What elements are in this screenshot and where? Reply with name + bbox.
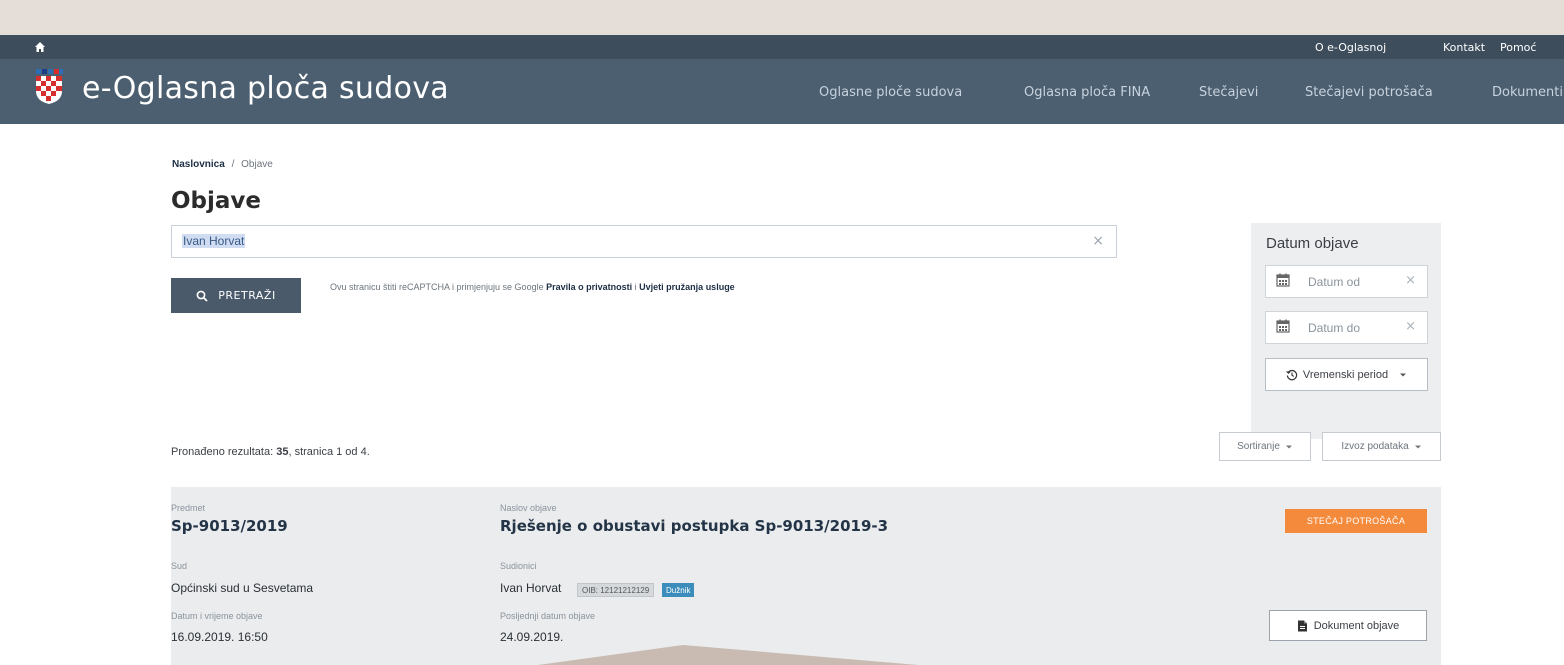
help-link[interactable]: Pomoć (1500, 41, 1536, 54)
search-button-label: PRETRAŽI (218, 289, 276, 302)
nav-court-boards[interactable]: Oglasne ploče sudova (819, 85, 962, 100)
document-button-label: Dokument objave (1313, 619, 1400, 632)
subject-label: Predmet (171, 503, 206, 513)
document-button[interactable]: Dokument objave (1269, 610, 1427, 641)
recaptcha-notice: Ovu stranicu štiti reCAPTCHA i primjenju… (330, 282, 735, 292)
croatian-coat-of-arms-logo[interactable] (34, 69, 64, 105)
sort-label: Sortiranje (1237, 441, 1280, 452)
calendar-icon (1276, 273, 1290, 287)
breadcrumb-current: Objave (241, 159, 273, 170)
breadcrumb: Naslovnica / Objave (172, 159, 273, 170)
result-card[interactable]: Predmet Sp-9013/2019 Naslov objave Rješe… (171, 487, 1441, 665)
court-label: Sud (171, 561, 188, 571)
date-from-field[interactable]: Datum od × (1265, 265, 1428, 298)
caret-down-icon (1285, 445, 1292, 448)
date-from-clear-icon[interactable]: × (1405, 273, 1416, 288)
search-icon (196, 290, 208, 302)
privacy-policy-link[interactable]: Pravila o privatnosti (546, 282, 632, 292)
date-to-placeholder: Datum do (1308, 321, 1361, 335)
recaptcha-text: Ovu stranicu štiti reCAPTCHA i primjenju… (330, 282, 544, 292)
document-icon (1297, 620, 1307, 631)
nav-fina-board[interactable]: Oglasna ploča FINA (1024, 85, 1150, 100)
terms-of-service-link[interactable]: Uvjeti pružanja usluge (639, 282, 735, 292)
search-clear-icon[interactable]: × (1092, 233, 1104, 249)
site-brand[interactable]: e-Oglasna ploča sudova (82, 71, 449, 106)
sort-dropdown[interactable]: Sortiranje (1219, 432, 1311, 461)
nav-consumer-bankruptcies[interactable]: Stečajevi potrošača (1305, 85, 1433, 100)
results-summary: Pronađeno rezultata: 35, stranica 1 od 4… (171, 446, 370, 458)
history-icon (1286, 369, 1298, 380)
contact-link[interactable]: Kontakt (1443, 41, 1485, 54)
page-title: Objave (171, 188, 262, 214)
browser-frame: O e-Oglasnoj Kontakt Pomoć e-Oglasna plo… (0, 35, 1564, 665)
nav-documents[interactable]: Dokumenti (1492, 85, 1563, 100)
date-to-field[interactable]: Datum do × (1265, 311, 1428, 344)
date-from-placeholder: Datum od (1308, 275, 1361, 289)
home-icon[interactable] (34, 38, 46, 57)
court-name: Općinski sud u Sesvetama (171, 581, 314, 595)
results-prefix: Pronađeno rezultata: (171, 446, 274, 458)
notice-title[interactable]: Rješenje o obustavi postupka Sp-9013/201… (500, 517, 888, 535)
export-dropdown[interactable]: Izvoz podataka (1322, 432, 1441, 461)
calendar-icon (1276, 319, 1290, 333)
oib-badge: OIB: 12121212129 (577, 583, 655, 597)
utility-bar: O e-Oglasnoj Kontakt Pomoć (0, 35, 1564, 59)
published-label: Datum i vrijeme objave (171, 611, 263, 621)
export-label: Izvoz podataka (1341, 441, 1409, 452)
last-date: 24.09.2019. (500, 630, 564, 644)
breadcrumb-home[interactable]: Naslovnica (172, 159, 225, 170)
title-label: Naslov objave (500, 503, 557, 513)
time-period-dropdown[interactable]: Vremenski period (1265, 358, 1428, 391)
about-link[interactable]: O e-Oglasnoj (1315, 41, 1386, 54)
results-suffix: , stranica 1 od 4. (288, 446, 370, 458)
breadcrumb-separator: / (231, 159, 235, 170)
results-count: 35 (276, 446, 289, 458)
published-datetime: 16.09.2019. 16:50 (171, 630, 268, 644)
date-to-clear-icon[interactable]: × (1405, 319, 1416, 334)
recaptcha-conjunction: i (634, 282, 637, 292)
status-badge: STEČAJ POTROŠAČA (1285, 509, 1427, 533)
caret-down-icon (1414, 445, 1421, 448)
last-date-label: Posljednji datum objave (500, 611, 596, 621)
time-period-label: Vremenski period (1302, 368, 1389, 381)
participants-label: Sudionici (500, 561, 537, 571)
nav-bankruptcies[interactable]: Stečajevi (1199, 85, 1258, 100)
search-input-value[interactable]: Ivan Horvat (182, 234, 246, 248)
search-button[interactable]: PRETRAŽI (171, 278, 301, 313)
main-navbar: e-Oglasna ploča sudova Oglasne ploče sud… (0, 59, 1564, 124)
search-input[interactable]: Ivan Horvat × (171, 225, 1117, 258)
date-filter-title: Datum objave (1266, 235, 1359, 252)
caret-down-icon (1400, 373, 1407, 376)
participant-name: Ivan Horvat (500, 581, 562, 595)
role-badge: Dužnik (662, 583, 695, 597)
case-number: Sp-9013/2019 (171, 517, 288, 535)
date-filter-panel: Datum objave Datum od × Datum do × Vreme… (1251, 223, 1441, 439)
